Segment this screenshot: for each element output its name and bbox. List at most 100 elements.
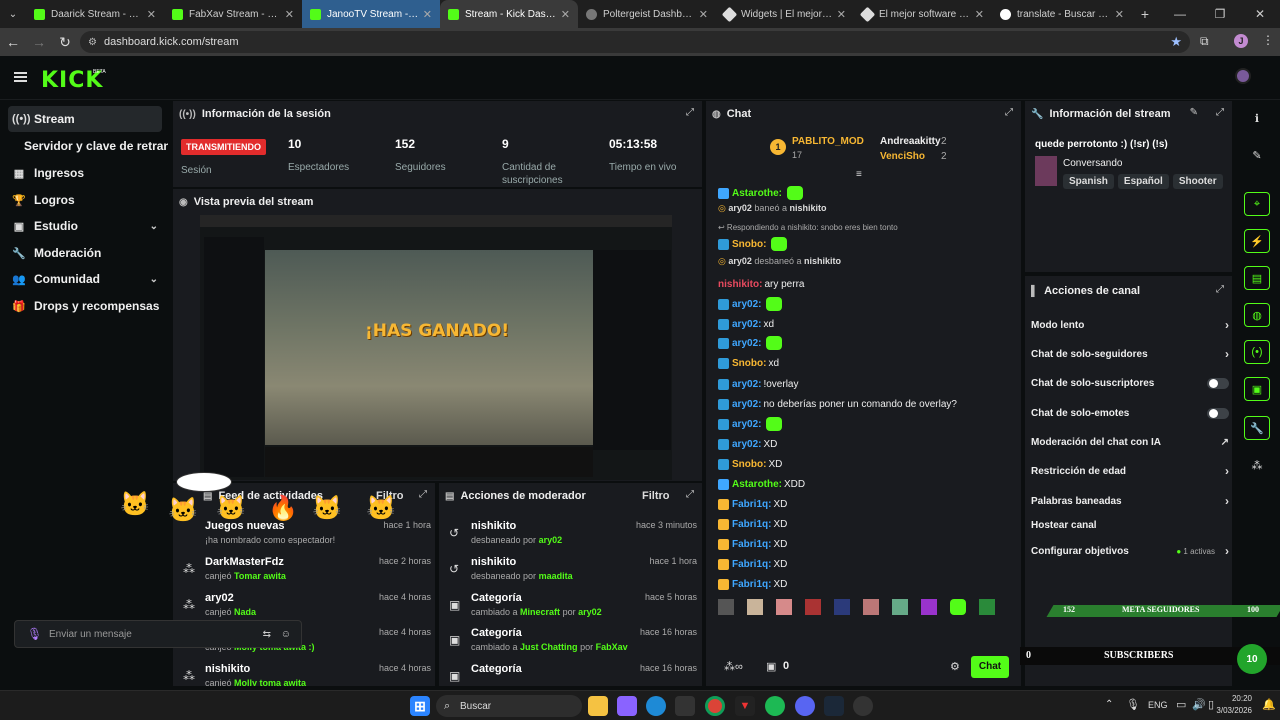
forward-icon[interactable]: → xyxy=(26,34,52,50)
chat-message[interactable]: Fabri1q: XD xyxy=(718,495,787,513)
chrome-icon[interactable] xyxy=(705,696,725,716)
mic-icon[interactable]: 🎙 xyxy=(27,627,42,641)
chat-message[interactable]: Snobo: xd xyxy=(718,354,779,372)
new-tab-button[interactable]: + xyxy=(1132,0,1158,28)
clock-date[interactable]: 3/03/2026 xyxy=(1212,706,1252,715)
browser-tab[interactable]: Poltergeist Dashboard ✕ xyxy=(578,0,716,28)
close-window-icon[interactable]: ✕ xyxy=(1240,0,1280,28)
network-icon[interactable]: ▭ xyxy=(1176,698,1186,711)
sidebar-item-ingresos[interactable]: ▦ Ingresos xyxy=(8,160,162,186)
chat-username[interactable]: ary02: xyxy=(732,299,761,310)
collapse-icon[interactable]: ≡ xyxy=(856,169,862,180)
points-icon[interactable]: ⁂∞ xyxy=(724,660,743,673)
action-host-channel[interactable]: Hostear canal xyxy=(1031,513,1229,537)
close-icon[interactable]: ✕ xyxy=(1115,8,1124,21)
sidebar-item-stream[interactable]: ((•)) Stream xyxy=(8,106,162,132)
gear-icon[interactable]: ⚙ xyxy=(950,660,960,673)
obs-icon[interactable] xyxy=(853,696,873,716)
emote-icon[interactable] xyxy=(834,599,850,615)
clock-time[interactable]: 20:20 xyxy=(1228,694,1252,703)
sidebar-item-comunidad[interactable]: 👥 Comunidad ⌄ xyxy=(8,266,162,292)
emote-icon[interactable] xyxy=(805,599,821,615)
emote-icon[interactable] xyxy=(921,599,937,615)
action-banned-words[interactable]: Palabras baneadas › xyxy=(1031,489,1229,513)
close-icon[interactable]: ✕ xyxy=(699,8,708,21)
close-icon[interactable]: ✕ xyxy=(285,8,294,21)
browser-tab[interactable]: Widgets | El mejor software✕ xyxy=(716,0,854,28)
notification-icon[interactable]: 🔔 xyxy=(1262,698,1276,711)
action-slow-mode[interactable]: Modo lento › xyxy=(1031,313,1229,337)
close-icon[interactable]: ✕ xyxy=(561,8,570,21)
action-ai-moderation[interactable]: Moderación del chat con IA ↗ xyxy=(1031,430,1229,454)
info-icon[interactable]: ℹ xyxy=(1244,106,1270,130)
minimize-icon[interactable]: — xyxy=(1160,0,1200,28)
chat-message[interactable]: nishikito: ary perra xyxy=(718,275,804,293)
mic-icon[interactable]: 🎙 xyxy=(1126,698,1140,711)
chat-username[interactable]: Astarothe: xyxy=(732,188,782,199)
wrench-icon[interactable]: 🔧 xyxy=(1244,416,1270,440)
site-info-icon[interactable]: ⚙ xyxy=(88,37,97,48)
maximize-icon[interactable]: ❐ xyxy=(1200,0,1240,28)
chat-username[interactable]: nishikito: xyxy=(718,279,762,290)
popout-icon[interactable]: ⤢ xyxy=(686,489,694,500)
emote-icon[interactable] xyxy=(892,599,908,615)
chat-message[interactable]: Fabri1q: XD xyxy=(718,575,787,593)
chat-username[interactable]: Snobo: xyxy=(732,358,766,369)
reload-icon[interactable]: ↻ xyxy=(52,34,78,51)
volume-icon[interactable]: 🔊 xyxy=(1192,698,1206,711)
url-field[interactable]: ⚙ dashboard.kick.com/stream ★ xyxy=(80,31,1190,53)
menu-dots-icon[interactable]: ⋮ xyxy=(1262,33,1274,47)
chat-message[interactable]: Snobo: XD xyxy=(718,455,782,473)
sidebar-item-drops[interactable]: 🎁 Drops y recompensas xyxy=(8,293,162,319)
copilot-icon[interactable] xyxy=(617,696,637,716)
chat-message[interactable]: ary02: xyxy=(718,334,783,352)
store-icon[interactable] xyxy=(675,696,695,716)
chat-message[interactable]: Fabri1q: XD xyxy=(718,555,787,573)
emote-icon[interactable] xyxy=(776,599,792,615)
bookmark-star-icon[interactable]: ★ xyxy=(1170,34,1182,50)
app-icon[interactable]: ▼ xyxy=(735,696,755,716)
steam-icon[interactable] xyxy=(824,696,844,716)
action-subscribers-only[interactable]: Chat de solo-suscriptores xyxy=(1031,371,1229,395)
chevron-up-icon[interactable]: ⌃ xyxy=(1105,699,1113,710)
chat-username[interactable]: Snobo: xyxy=(732,459,766,470)
chat-username[interactable]: Fabri1q: xyxy=(732,519,771,530)
chat-username[interactable]: ary02: xyxy=(732,439,761,450)
discord-icon[interactable] xyxy=(795,696,815,716)
chat-message[interactable]: ary02: xd xyxy=(718,315,774,333)
sidebar-item-logros[interactable]: 🏆 Logros xyxy=(8,187,162,213)
list-icon[interactable]: ▤ xyxy=(1244,266,1270,290)
lightning-icon[interactable]: ⚡ xyxy=(1244,229,1270,253)
windows-start-icon[interactable]: ⊞ xyxy=(410,696,430,716)
popout-icon[interactable]: ⤢ xyxy=(1005,107,1013,118)
popout-icon[interactable]: ⤢ xyxy=(1216,284,1224,295)
sidebar-item-server-key[interactable]: Servidor y clave de retransmisión xyxy=(20,133,168,159)
edit-icon[interactable]: ✎ xyxy=(1190,107,1198,118)
close-icon[interactable]: ✕ xyxy=(423,8,432,21)
chat-message[interactable]: Astarothe: xyxy=(718,184,804,202)
chat-message[interactable]: ary02: xyxy=(718,415,783,433)
stream-preview-video[interactable]: ¡HAS GANADO! xyxy=(200,215,672,480)
browser-tab[interactable]: Daarick Stream - Watch Live✕ xyxy=(26,0,164,28)
back-icon[interactable]: ← xyxy=(0,34,26,50)
chat-username[interactable]: ary02: xyxy=(732,379,761,390)
chat-username[interactable]: ary02: xyxy=(732,419,761,430)
browser-tab[interactable]: JanooTV Stream - Watch Live✕ xyxy=(302,0,440,28)
layout-icon[interactable]: ▣ xyxy=(1244,377,1270,401)
hamburger-menu-icon[interactable] xyxy=(14,72,27,82)
toggle-switch[interactable] xyxy=(1207,377,1229,389)
action-followers-only[interactable]: Chat de solo-seguidores › xyxy=(1031,342,1229,366)
target-icon[interactable]: ⌖ xyxy=(1244,192,1270,216)
chat-message[interactable]: ary02: !overlay xyxy=(718,375,798,393)
send-chat-button[interactable]: Chat xyxy=(971,656,1009,678)
chat-message[interactable]: ary02: xyxy=(718,295,783,313)
emote-icon[interactable] xyxy=(718,599,734,615)
edge-icon[interactable] xyxy=(646,696,666,716)
emoji-icon[interactable]: ☺ xyxy=(281,629,291,640)
chat-username[interactable]: ary02: xyxy=(732,319,761,330)
file-explorer-icon[interactable] xyxy=(588,696,608,716)
browser-tab[interactable]: FabXav Stream - Watch Live✕ xyxy=(164,0,302,28)
profile-avatar[interactable]: J xyxy=(1234,34,1248,48)
chat-username[interactable]: Snobo: xyxy=(732,239,766,250)
chat-username[interactable]: Astarothe: xyxy=(732,479,782,490)
